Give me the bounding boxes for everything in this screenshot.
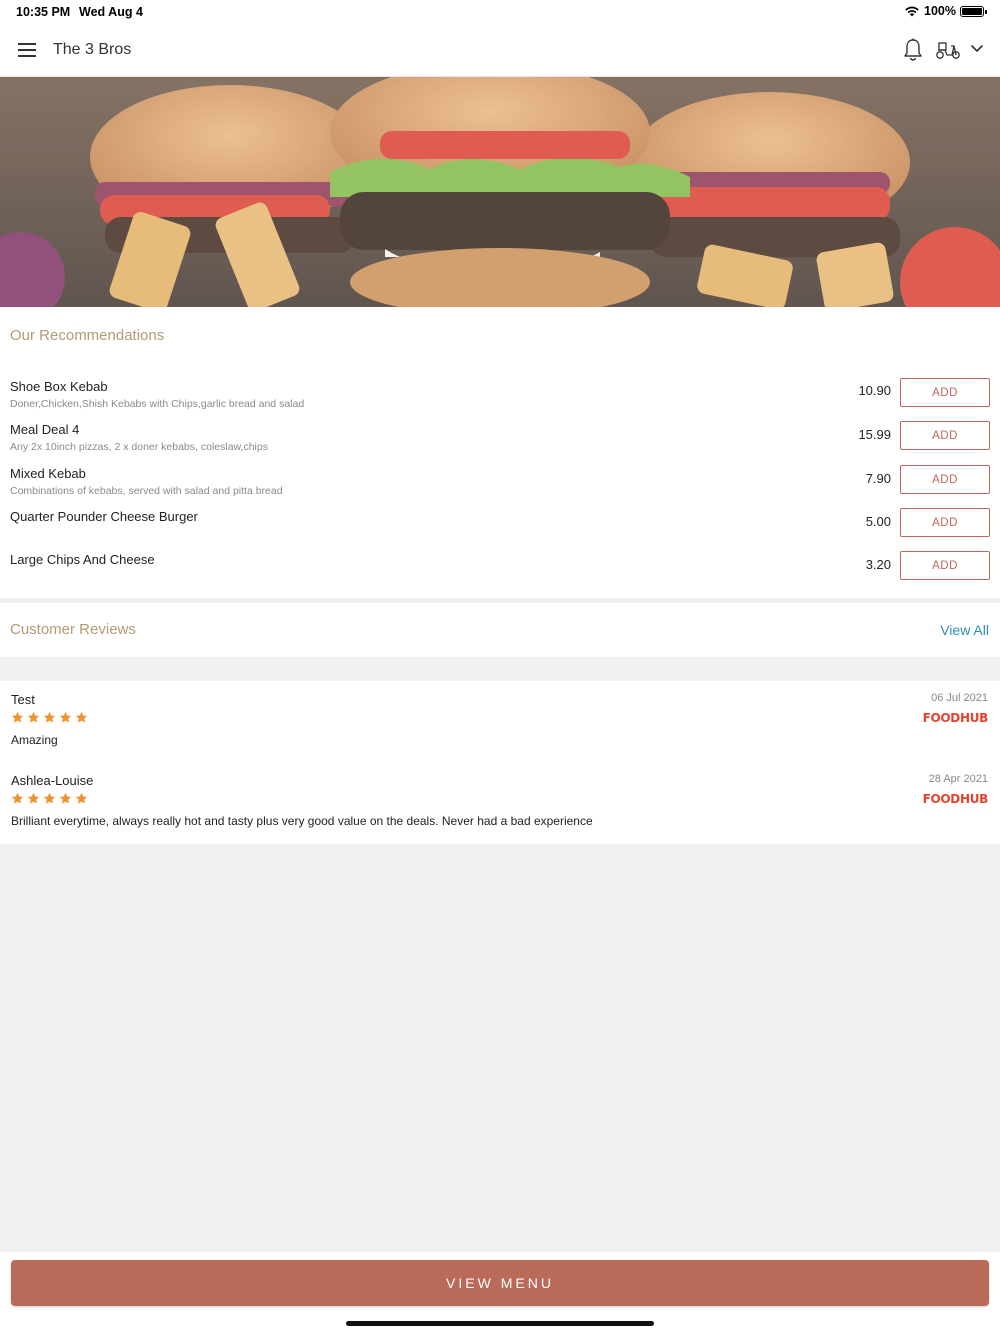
hero-image [0, 77, 1000, 307]
reviews-header: Customer Reviews View All [0, 603, 1000, 657]
star-icon [43, 792, 56, 804]
review-author: Test [11, 692, 35, 707]
review-rating [11, 711, 88, 724]
menu-icon[interactable] [18, 43, 36, 57]
review-date: 06 Jul 2021 [931, 692, 988, 704]
foodhub-logo: FOODHUB [922, 711, 989, 725]
recommendation-item: Mixed Kebab Combinations of kebabs, serv… [0, 465, 1000, 506]
bell-icon[interactable] [902, 38, 924, 62]
item-name: Large Chips And Cheese [10, 552, 155, 567]
bottom-bar: VIEW MENU [0, 1252, 1000, 1334]
star-icon [75, 792, 88, 804]
scooter-icon[interactable] [935, 40, 961, 60]
recommendation-item: Meal Deal 4 Any 2x 10inch pizzas, 2 x do… [0, 421, 1000, 462]
review-date: 28 Apr 2021 [928, 773, 988, 785]
foodhub-logo: FOODHUB [922, 792, 989, 806]
item-price: 10.90 [858, 383, 891, 398]
add-button[interactable]: ADD [900, 421, 990, 450]
item-name: Meal Deal 4 [10, 422, 80, 437]
status-time: 10:35 PM [16, 5, 71, 19]
item-name: Quarter Pounder Cheese Burger [10, 509, 198, 524]
star-icon [59, 711, 72, 723]
review-item: Test Amazing 06 Jul 2021 FOODHUB [0, 692, 1000, 762]
recommendation-item: Large Chips And Cheese 3.20 ADD [0, 551, 1000, 592]
status-bar: 10:35 PM Wed Aug 4 100% [0, 0, 1000, 24]
reviews-title: Customer Reviews [10, 621, 136, 638]
view-all-link[interactable]: View All [940, 622, 989, 638]
restaurant-title: The 3 Bros [53, 41, 132, 58]
add-button[interactable]: ADD [900, 508, 990, 537]
item-name: Shoe Box Kebab [10, 379, 108, 394]
wifi-icon [905, 6, 919, 17]
star-icon [75, 711, 88, 723]
star-icon [27, 792, 40, 804]
battery-icon [960, 5, 987, 17]
status-date: Wed Aug 4 [79, 5, 143, 19]
chevron-down-icon[interactable] [970, 44, 984, 54]
add-button[interactable]: ADD [900, 551, 990, 580]
item-price: 15.99 [858, 427, 891, 442]
home-indicator[interactable] [346, 1321, 654, 1326]
item-name: Mixed Kebab [10, 466, 86, 481]
star-icon [59, 792, 72, 804]
star-icon [11, 792, 24, 804]
add-button[interactable]: ADD [900, 378, 990, 407]
review-rating [11, 792, 88, 805]
burger-photo [0, 77, 1000, 307]
review-item: Ashlea-Louise Brilliant everytime, alway… [0, 773, 1000, 843]
item-price: 7.90 [865, 471, 891, 486]
star-icon [11, 711, 24, 723]
item-description: Combinations of kebabs, served with sala… [10, 485, 283, 497]
battery-percent: 100% [924, 4, 956, 18]
recommendation-item: Quarter Pounder Cheese Burger 5.00 ADD [0, 508, 1000, 549]
review-text: Brilliant everytime, always really hot a… [11, 814, 593, 828]
item-description: Doner,Chicken,Shish Kebabs with Chips,ga… [10, 398, 305, 410]
recommendations-title: Our Recommendations [10, 327, 165, 344]
reviews-list: Test Amazing 06 Jul 2021 FOODHUB Ashlea-… [0, 681, 1000, 844]
review-text: Amazing [11, 733, 58, 747]
add-button[interactable]: ADD [900, 465, 990, 494]
star-icon [27, 711, 40, 723]
view-menu-button[interactable]: VIEW MENU [11, 1260, 989, 1306]
recommendations-section: Our Recommendations Shoe Box Kebab Doner… [0, 307, 1000, 598]
star-icon [43, 711, 56, 723]
status-indicators: 100% [904, 4, 987, 18]
item-price: 5.00 [865, 514, 891, 529]
item-description: Any 2x 10inch pizzas, 2 x doner kebabs, … [10, 441, 268, 453]
app-header: The 3 Bros [0, 24, 1000, 77]
review-author: Ashlea-Louise [11, 773, 94, 788]
recommendation-item: Shoe Box Kebab Doner,Chicken,Shish Kebab… [0, 378, 1000, 419]
item-price: 3.20 [865, 557, 891, 572]
